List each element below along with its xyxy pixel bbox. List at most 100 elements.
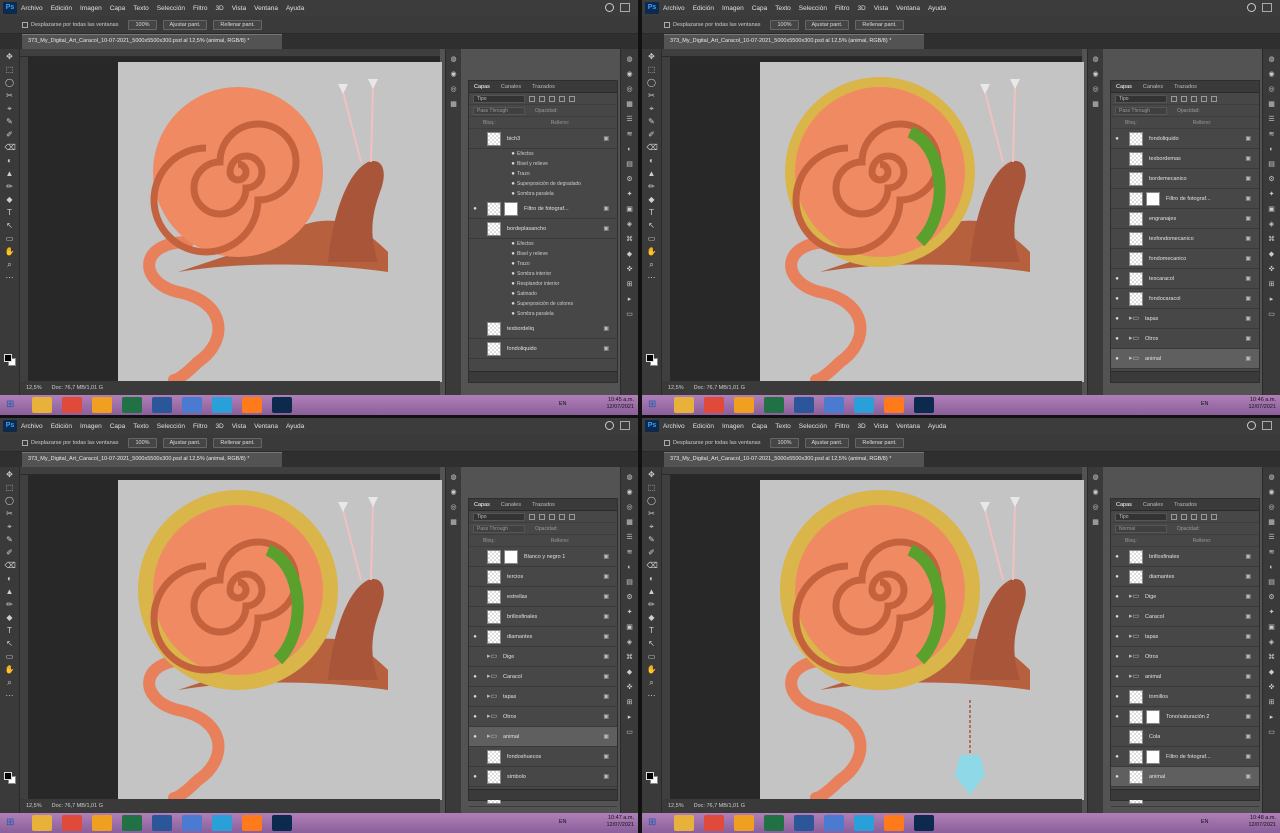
eye-icon[interactable]: ● [1111,256,1123,262]
filter-type-icon[interactable] [569,513,575,520]
zoom-100-button[interactable]: 100% [770,19,799,30]
panel-icon[interactable]: ▸ [625,295,634,304]
tool-icon[interactable]: ✐ [5,130,15,140]
menu-item[interactable]: Vista [874,423,888,430]
panel-icon[interactable]: ▣ [1267,205,1276,214]
tool-icon[interactable]: ⬚ [5,483,15,493]
eye-icon[interactable]: ● [1111,634,1123,640]
tool-icon[interactable]: ✂ [647,509,657,519]
language-indicator[interactable]: EN [1201,401,1209,407]
tool-icon[interactable]: ▭ [647,234,657,244]
layer-row[interactable]: ● texbordemas ▣ [1111,149,1259,169]
eye-icon[interactable]: ● [1111,296,1123,302]
layer-effect-row[interactable]: ● Efectos [469,149,617,159]
excel-icon[interactable] [764,397,784,413]
tool-icon[interactable]: ✏ [5,600,15,610]
layer-filter-select[interactable]: Tipo [1115,512,1167,521]
menu-item[interactable]: Capa [110,423,126,430]
fill-screen-button[interactable]: Rellenar pant. [213,19,262,30]
layer-row[interactable]: ● estrellas ▣ [469,587,617,607]
filter-type-icon[interactable] [1201,513,1207,520]
layer-effect-row[interactable]: ● Trazo [469,169,617,179]
windows-start-icon[interactable]: ⊞ [648,816,664,830]
menu-item[interactable]: Archivo [663,5,685,12]
layer-name[interactable]: tornillos [1149,694,1168,700]
zoom-level[interactable]: 12,5% [668,803,684,809]
menu-item[interactable]: Vista [874,5,888,12]
layer-effect-row[interactable]: ● Superposición de colores [469,299,617,309]
excel-icon[interactable] [122,397,142,413]
panel-icon[interactable]: ⌘ [1267,653,1276,662]
layer-effect-row[interactable]: ● Satinado [469,289,617,299]
panel-icon[interactable]: ⊞ [625,280,634,289]
photoshop-icon[interactable] [914,397,934,413]
layer-row[interactable]: ● bordeplasancho ▣ [469,219,617,239]
layer-effect-row[interactable]: ● Efectos [469,239,617,249]
layer-row[interactable]: ● ▸▭ Caracol ▣ [1111,607,1259,627]
tool-icon[interactable]: ✎ [647,117,657,127]
fill-screen-button[interactable]: Rellenar pant. [855,437,904,448]
panel-icon[interactable]: ⌘ [625,653,634,662]
eye-icon[interactable]: ● [1111,196,1123,202]
eye-icon[interactable]: ● [1111,336,1123,342]
tool-icon[interactable]: ▭ [5,652,15,662]
panel-icon[interactable]: ◉ [1091,488,1100,497]
tab-capas[interactable]: Capas [474,84,490,90]
eye-icon[interactable]: ● [1111,674,1123,680]
panel-icon[interactable]: ▤ [1267,578,1276,587]
panel-icon[interactable]: ◎ [1091,85,1100,94]
tool-icon[interactable]: ⌫ [5,561,16,571]
layer-name[interactable]: Cola [1149,734,1160,740]
explorer-icon[interactable] [32,397,52,413]
filter-type-icon[interactable] [1201,95,1207,102]
workspace-icon[interactable] [620,421,630,430]
tool-icon[interactable]: ⌕ [647,678,657,688]
filter-type-icon[interactable] [529,95,535,102]
layer-effect-row[interactable]: ● Sombra paralela [469,309,617,319]
zoom-level[interactable]: 12,5% [26,803,42,809]
tool-icon[interactable]: ✋ [5,665,15,675]
eye-icon[interactable]: ● [1111,316,1123,322]
filter-type-icon[interactable] [1211,95,1217,102]
tool-icon[interactable]: ⋯ [647,691,657,701]
document-size[interactable]: Doc: 76,7 MB/1,01 G [694,803,745,809]
panel-icon[interactable]: ✦ [625,608,634,617]
tool-icon[interactable]: ✥ [647,470,657,480]
layer-name[interactable]: Otros [503,714,516,720]
zoom-100-button[interactable]: 100% [770,437,799,448]
panel-icon[interactable]: ⊞ [1267,698,1276,707]
layer-name[interactable]: simbolo [507,774,526,780]
eye-icon[interactable]: ● [1111,276,1123,282]
layer-name[interactable]: tercios [507,574,523,580]
tool-icon[interactable]: ⌕ [5,260,15,270]
eye-icon[interactable]: ● [509,301,517,307]
panel-icon[interactable]: ▦ [1091,100,1100,109]
notes-icon[interactable] [182,815,202,831]
menu-item[interactable]: Selección [799,423,827,430]
tab-capas[interactable]: Capas [1116,84,1132,90]
tool-icon[interactable]: ✐ [5,548,15,558]
panel-icon[interactable]: ▤ [625,578,634,587]
panel-icon[interactable]: ◉ [449,70,458,79]
photoshop-icon[interactable] [272,815,292,831]
tool-icon[interactable]: ◐ [5,156,15,166]
eye-icon[interactable]: ● [469,734,481,740]
tool-icon[interactable]: ▲ [5,587,15,597]
menu-item[interactable]: Edición [51,423,72,430]
layer-row[interactable]: ● animal ▣ [1111,767,1259,787]
word-icon[interactable] [152,397,172,413]
panel-icon[interactable]: ◆ [1267,250,1276,259]
panel-icon[interactable]: ▣ [625,623,634,632]
panel-icon[interactable]: ▣ [1267,623,1276,632]
document-canvas[interactable] [760,480,1084,800]
layer-row[interactable]: ● bordemecanico ▣ [1111,169,1259,189]
panel-icon[interactable]: ⌘ [1267,235,1276,244]
language-indicator[interactable]: EN [559,401,567,407]
eye-icon[interactable]: ● [469,594,481,600]
blend-mode-select[interactable]: Normal [1115,524,1167,533]
layer-name[interactable]: texbordemas [1149,156,1181,162]
windows-start-icon[interactable]: ⊞ [6,398,22,412]
panel-icon[interactable]: ◉ [449,488,458,497]
windows-start-icon[interactable]: ⊞ [648,398,664,412]
panel-icon[interactable]: ✜ [625,683,634,692]
